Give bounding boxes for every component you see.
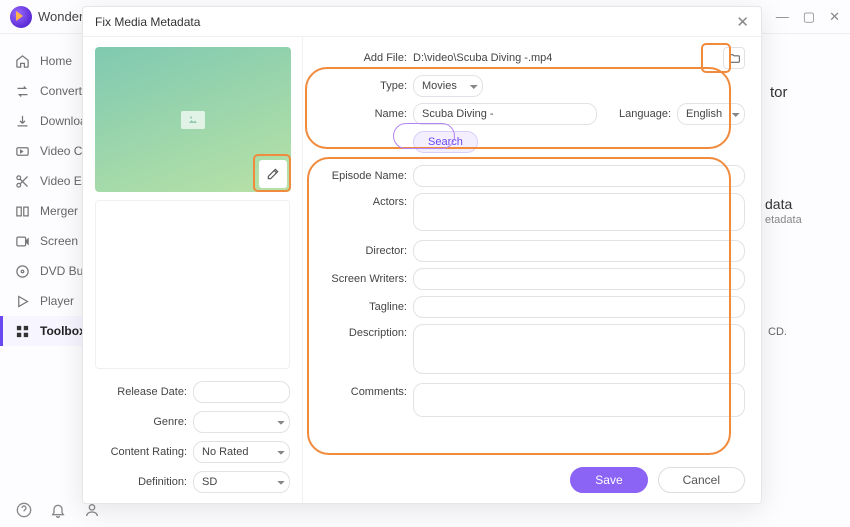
bg-text: etadata [765, 214, 802, 226]
modal-right-column: Add File: Type: Movies Name: Language: E… [303, 37, 761, 503]
bg-text: tor [770, 84, 788, 101]
browse-folder-button[interactable] [723, 47, 745, 69]
disc-icon [14, 263, 30, 279]
name-input[interactable] [413, 103, 597, 125]
director-input[interactable] [413, 240, 745, 262]
episode-input[interactable] [413, 165, 745, 187]
episode-label: Episode Name: [319, 170, 407, 182]
writers-input[interactable] [413, 268, 745, 290]
merge-icon [14, 203, 30, 219]
modal-header: Fix Media Metadata ✕ [83, 7, 761, 37]
actors-label: Actors: [319, 193, 407, 208]
edit-cover-button[interactable] [259, 160, 287, 188]
record-icon [14, 233, 30, 249]
type-label: Type: [319, 80, 407, 92]
release-date-input[interactable] [193, 381, 290, 403]
description-input[interactable] [413, 324, 745, 374]
definition-select[interactable]: SD [193, 471, 290, 493]
compress-icon [14, 143, 30, 159]
actors-input[interactable] [413, 193, 745, 231]
download-icon [14, 113, 30, 129]
sidebar-item-label: Home [40, 54, 72, 68]
window-close[interactable]: ✕ [829, 9, 840, 25]
comments-label: Comments: [319, 383, 407, 398]
modal-left-column: Release Date: Genre: Content Rating: No … [83, 37, 303, 503]
help-icon[interactable] [16, 502, 32, 521]
content-rating-select[interactable]: No Rated [193, 441, 290, 463]
bg-text: CD. [768, 326, 787, 338]
window-minimize[interactable]: — [776, 9, 789, 25]
image-placeholder-icon [181, 111, 205, 129]
writers-label: Screen Writers: [319, 273, 407, 285]
cover-preview [95, 47, 291, 192]
definition-label: Definition: [95, 476, 187, 488]
comments-input[interactable] [413, 383, 745, 417]
tagline-label: Tagline: [319, 301, 407, 313]
preview-empty-area [95, 200, 290, 369]
release-date-label: Release Date: [95, 386, 187, 398]
modal-body: Release Date: Genre: Content Rating: No … [83, 37, 761, 503]
genre-label: Genre: [95, 416, 187, 428]
user-icon[interactable] [84, 502, 100, 521]
description-label: Description: [319, 324, 407, 339]
bg-text: data [765, 196, 792, 212]
sidebar-item-label: Player [40, 294, 74, 308]
content-rating-label: Content Rating: [95, 446, 187, 458]
type-select[interactable]: Movies [413, 75, 483, 97]
tagline-input[interactable] [413, 296, 745, 318]
language-select[interactable]: English [677, 103, 745, 125]
search-button[interactable]: Search [413, 131, 478, 153]
play-icon [14, 293, 30, 309]
language-label: Language: [619, 108, 671, 120]
director-label: Director: [319, 245, 407, 257]
addfile-label: Add File: [319, 52, 407, 64]
addfile-value [413, 49, 713, 67]
sidebar-item-label: Toolbox [40, 324, 86, 338]
modal-footer: Save Cancel [570, 467, 745, 493]
window-maximize[interactable]: ▢ [803, 9, 815, 25]
modal-fix-metadata: Fix Media Metadata ✕ Release Date: [82, 6, 762, 504]
grid-icon [14, 323, 30, 339]
bell-icon[interactable] [50, 502, 66, 521]
save-button[interactable]: Save [570, 467, 647, 493]
scissors-icon [14, 173, 30, 189]
app-logo [10, 6, 32, 28]
left-fields: Release Date: Genre: Content Rating: No … [95, 381, 290, 493]
name-label: Name: [319, 108, 407, 120]
sidebar-item-label: Merger [40, 204, 78, 218]
cancel-button[interactable]: Cancel [658, 467, 745, 493]
genre-select[interactable] [193, 411, 290, 433]
modal-close-button[interactable]: ✕ [736, 13, 749, 31]
home-icon [14, 53, 30, 69]
convert-icon [14, 83, 30, 99]
window-controls: — ▢ ✕ [776, 9, 840, 25]
modal-title: Fix Media Metadata [95, 15, 200, 29]
